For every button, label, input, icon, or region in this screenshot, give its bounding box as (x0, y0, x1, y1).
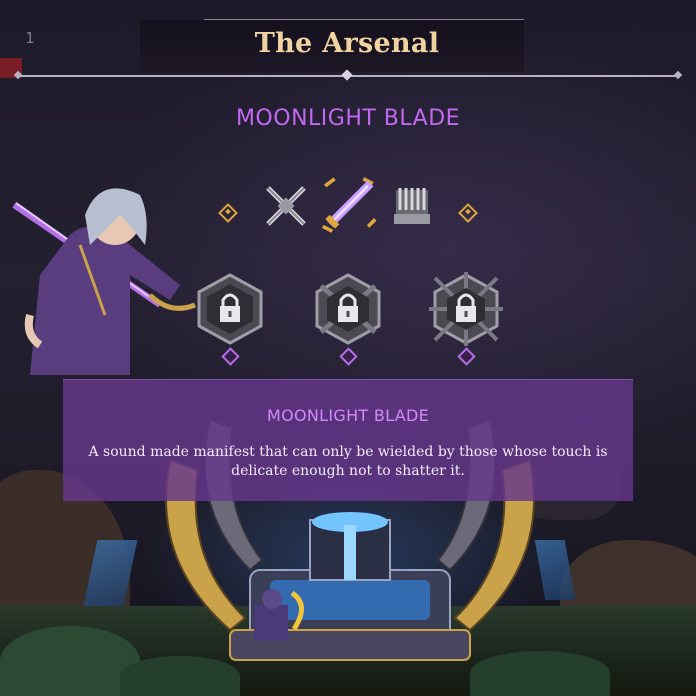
upgrade-slot-1-indicator (221, 347, 240, 366)
moonlight-blade-icon (321, 177, 377, 233)
upgrade-slot-3[interactable] (429, 272, 503, 346)
upgrade-slot-2-frame (315, 273, 381, 345)
header-top-line (204, 19, 524, 20)
arsenal-screen: 1 The Arsenal MOONLIGHT BLADE MOONLIGHT … (0, 0, 696, 696)
upgrade-slot-3-frame (429, 272, 503, 346)
weapon-name: MOONLIGHT BLADE (235, 106, 461, 131)
crossed-swords-icon (266, 186, 306, 226)
description-panel: MOONLIGHT BLADE A sound made manifest th… (63, 379, 633, 501)
page-title: The Arsenal (254, 28, 440, 59)
next-weapon-arrow[interactable] (458, 203, 478, 223)
weapon-option-moonlight-blade[interactable] (318, 174, 380, 236)
level-counter: 1 (10, 18, 50, 58)
upgrade-slot-1[interactable] (193, 272, 267, 346)
weapon-option-gauntlet[interactable] (386, 180, 438, 232)
player-character (254, 589, 304, 641)
upgrade-slot-1-frame (197, 273, 263, 345)
upgrade-slot-2[interactable] (311, 272, 385, 346)
upgrade-slot-3-indicator (457, 347, 476, 366)
upgrade-slot-2-indicator (339, 347, 358, 366)
background-bush (0, 626, 140, 696)
level-number: 1 (25, 29, 35, 47)
description-title: MOONLIGHT BLADE (266, 406, 429, 425)
description-text: A sound made manifest that can only be w… (88, 444, 608, 479)
divider-end-cap (673, 70, 683, 80)
previous-weapon-arrow[interactable] (218, 203, 238, 223)
weapon-option-crossed-swords[interactable] (260, 180, 312, 232)
hero-character (12, 188, 196, 375)
gauntlet-icon (394, 188, 430, 224)
